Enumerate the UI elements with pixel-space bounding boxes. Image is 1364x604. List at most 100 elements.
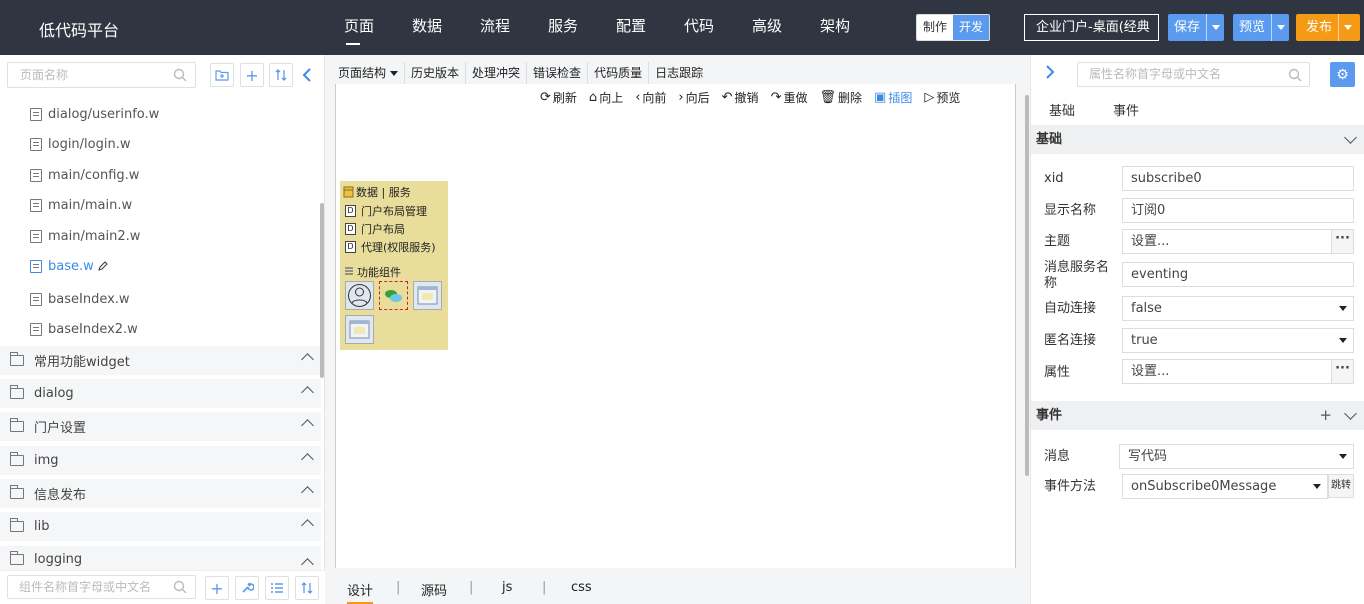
folder-name: img — [34, 453, 59, 468]
file-item[interactable]: dialog/userinfo.w — [30, 104, 159, 124]
preview-button[interactable]: 预览 — [1233, 14, 1290, 41]
new-folder-button[interactable] — [210, 63, 234, 87]
data-item[interactable]: D 门户布局 — [345, 221, 405, 237]
component-panel-header: 数据 | 服务 — [343, 184, 411, 200]
subscribe-component-tile[interactable] — [379, 281, 408, 310]
window-component-tile[interactable] — [345, 315, 374, 344]
wrench-button[interactable] — [235, 576, 259, 600]
publish-button[interactable]: 发布 — [1296, 14, 1360, 41]
canvas-scrollbar[interactable] — [1025, 95, 1029, 476]
property-search-input[interactable]: 属性名称首字母或中文名 — [1077, 62, 1310, 87]
anonymous-connect-value: true — [1131, 333, 1158, 348]
nav-page[interactable]: 页面 — [325, 0, 393, 55]
save-button[interactable]: 保存 — [1168, 14, 1225, 41]
preview-dropdown-icon[interactable] — [1271, 14, 1289, 41]
page-search-input[interactable]: 页面名称 — [7, 62, 196, 88]
nav-advanced[interactable]: 高级 — [733, 0, 801, 55]
topic-input[interactable]: 设置... ··· — [1122, 229, 1354, 254]
canvas-preview-button[interactable]: ▷ 预览 — [924, 87, 960, 107]
search-icon[interactable] — [172, 579, 188, 595]
jump-button[interactable]: 跳转 — [1328, 474, 1354, 498]
mode-make-button[interactable]: 制作 — [917, 15, 954, 40]
tab-events[interactable]: 事件 — [1113, 100, 1139, 119]
plus-icon: + — [210, 578, 224, 598]
delete-button[interactable]: 🗑 删除 — [819, 87, 862, 107]
tab-design[interactable]: 设计 — [347, 580, 374, 604]
event-method-select[interactable]: onSubscribe0Message — [1122, 474, 1328, 499]
file-item[interactable]: main/config.w — [30, 165, 139, 185]
auto-connect-select[interactable]: false — [1122, 296, 1354, 321]
display-name-input[interactable]: 订阅0 — [1122, 198, 1354, 223]
window-component-tile[interactable] — [413, 281, 442, 310]
search-icon[interactable] — [1287, 67, 1303, 83]
file-item-current[interactable]: base.w — [30, 256, 108, 276]
folder-item[interactable]: 门户设置 — [0, 412, 321, 441]
file-item[interactable]: baseIndex2.w — [30, 319, 138, 339]
insert-image-button[interactable]: ▣ 插图 — [874, 87, 912, 107]
tab-css[interactable]: css — [571, 580, 592, 595]
left-scrollbar[interactable] — [320, 203, 324, 378]
mode-toggle: 制作 开发 — [916, 14, 991, 41]
folder-item[interactable]: logging — [0, 546, 321, 570]
refresh-button[interactable]: ⟳ 刷新 — [540, 87, 577, 107]
up-button[interactable]: ⌂ 向上 — [589, 87, 623, 107]
nav-config[interactable]: 配置 — [597, 0, 665, 55]
add-event-icon[interactable]: + — [1319, 401, 1332, 430]
nav-service[interactable]: 服务 — [529, 0, 597, 55]
history-version-button[interactable]: 历史版本 — [404, 62, 465, 84]
add-page-button[interactable]: + — [240, 63, 264, 87]
sort-button[interactable] — [269, 63, 293, 87]
message-event-select[interactable]: 写代码 — [1119, 444, 1354, 469]
file-item[interactable]: main/main.w — [30, 195, 132, 215]
collapse-left-icon[interactable] — [299, 65, 315, 85]
nav-code[interactable]: 代码 — [665, 0, 733, 55]
tab-source[interactable]: 源码 — [421, 580, 447, 599]
log-trace-button[interactable]: 日志跟踪 — [648, 62, 709, 84]
more-icon[interactable]: ··· — [1331, 360, 1353, 383]
edit-pencil-icon[interactable] — [97, 260, 108, 272]
redo-button[interactable]: ↷ 重做 — [771, 87, 808, 107]
message-service-input[interactable]: eventing — [1122, 262, 1354, 287]
expand-right-icon[interactable] — [1042, 63, 1058, 81]
basic-section-header[interactable]: 基础 — [1031, 125, 1364, 154]
data-item[interactable]: D 门户布局管理 — [345, 203, 427, 219]
file-item[interactable]: login/login.w — [30, 134, 130, 154]
mode-dev-button[interactable]: 开发 — [953, 15, 990, 40]
more-icon[interactable]: ··· — [1331, 230, 1353, 253]
tab-js[interactable]: js — [502, 580, 512, 595]
events-section-header[interactable]: 事件 + — [1031, 401, 1364, 430]
code-quality-button[interactable]: 代码质量 — [587, 62, 648, 84]
user-component-tile[interactable] — [345, 281, 374, 310]
file-item[interactable]: main/main2.w — [30, 226, 140, 246]
folder-item[interactable]: 信息发布 — [0, 479, 321, 508]
forward-button[interactable]: › 向后 — [678, 87, 709, 107]
add-component-button[interactable]: + — [205, 576, 229, 600]
tab-basic[interactable]: 基础 — [1049, 100, 1075, 119]
folder-item[interactable]: lib — [0, 512, 321, 541]
attributes-input[interactable]: 设置... ··· — [1122, 359, 1354, 384]
nav-data[interactable]: 数据 — [393, 0, 461, 55]
component-panel: 数据 | 服务 D 门户布局管理 D 门户布局 D 代理(权限服务) 功能组件 — [340, 181, 448, 350]
nav-architecture[interactable]: 架构 — [801, 0, 869, 55]
publish-dropdown-icon[interactable] — [1338, 14, 1356, 41]
undo-button[interactable]: ↶ 撤销 — [722, 87, 759, 107]
anonymous-connect-select[interactable]: true — [1122, 328, 1354, 353]
sort-button[interactable] — [295, 576, 319, 600]
folder-item[interactable]: dialog — [0, 379, 321, 408]
data-item[interactable]: D 代理(权限服务) — [345, 239, 436, 255]
component-search-input[interactable]: 组件名称首字母或中文名 — [7, 575, 196, 599]
settings-button[interactable]: ⚙ — [1330, 62, 1355, 87]
list-button[interactable] — [265, 576, 289, 600]
project-select[interactable]: 企业门户-桌面(经典 — [1024, 14, 1159, 41]
xid-input[interactable]: subscribe0 — [1122, 166, 1354, 191]
error-check-button[interactable]: 错误检查 — [526, 62, 587, 84]
file-item[interactable]: baseIndex.w — [30, 289, 130, 309]
back-button[interactable]: ‹ 向前 — [635, 87, 666, 107]
search-icon[interactable] — [172, 67, 188, 83]
resolve-conflict-button[interactable]: 处理冲突 — [465, 62, 526, 84]
folder-item[interactable]: img — [0, 446, 321, 475]
page-structure-menu[interactable]: 页面结构 — [325, 62, 404, 84]
save-dropdown-icon[interactable] — [1206, 14, 1224, 41]
folder-item[interactable]: 常用功能widget — [0, 346, 321, 375]
nav-flow[interactable]: 流程 — [461, 0, 529, 55]
